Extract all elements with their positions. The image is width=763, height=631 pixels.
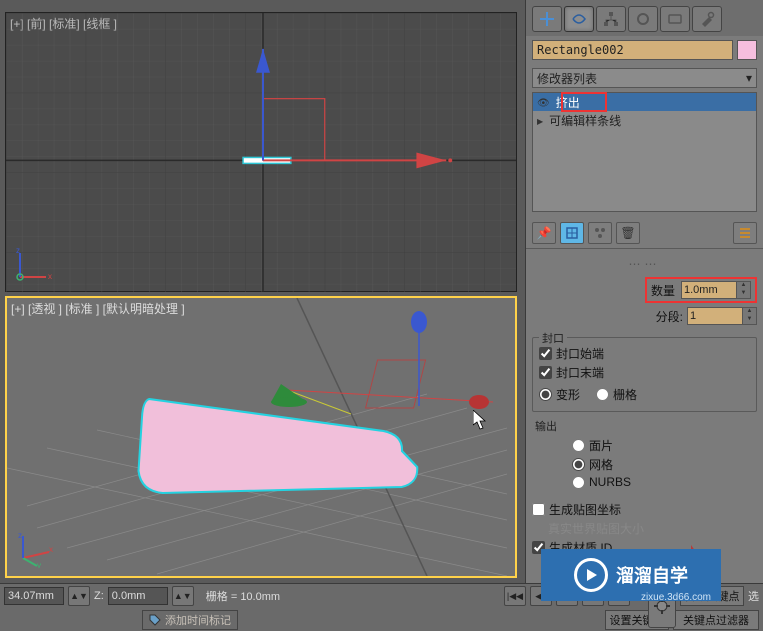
viewport-front[interactable]: [+] [前] [标准] [线框 ] bbox=[5, 12, 517, 292]
svg-text:z: z bbox=[16, 246, 20, 255]
x-coordinate-field[interactable]: 34.07mm bbox=[4, 587, 64, 605]
svg-text:y: y bbox=[37, 561, 41, 568]
watermark-brand: 溜溜自学 bbox=[616, 562, 688, 588]
goto-start-icon[interactable]: |◀◀ bbox=[504, 586, 526, 606]
cap-grid-radio[interactable] bbox=[596, 388, 609, 401]
command-panel: 修改器列表 ▾ 挤出 可编辑样条线 📌 🗑 ⋯⋯ 数量 bbox=[525, 0, 763, 631]
output-patch-radio[interactable] bbox=[572, 439, 585, 452]
cap-end-checkbox[interactable] bbox=[539, 366, 552, 379]
real-world-label: 真实世界贴图大小 bbox=[548, 520, 644, 537]
configure-modifier-sets-icon[interactable] bbox=[733, 222, 757, 244]
modifier-editable-spline-label: 可编辑样条线 bbox=[549, 112, 621, 129]
watermark-logo: 溜溜自学 zixue.3d66.com bbox=[541, 549, 721, 601]
viewport-perspective-canvas bbox=[7, 298, 515, 576]
watermark-play-icon bbox=[574, 558, 608, 592]
pin-stack-icon[interactable]: 📌 bbox=[532, 222, 556, 244]
display-tab-icon[interactable] bbox=[660, 6, 690, 32]
gen-map-coords-checkbox[interactable] bbox=[532, 503, 545, 516]
modify-tab-icon[interactable] bbox=[564, 6, 594, 32]
modifier-extrude-label: 挤出 bbox=[556, 94, 580, 111]
cap-group-title: 封口 bbox=[539, 330, 567, 346]
output-nurbs-radio[interactable] bbox=[572, 476, 585, 489]
viewport-front-canvas bbox=[6, 13, 516, 292]
command-panel-tabs bbox=[526, 0, 763, 36]
segments-input[interactable] bbox=[687, 307, 743, 325]
hierarchy-tab-icon[interactable] bbox=[596, 6, 626, 32]
z-label: Z: bbox=[94, 590, 104, 602]
utilities-tab-icon[interactable] bbox=[692, 6, 722, 32]
watermark-url: zixue.3d66.com bbox=[641, 592, 711, 603]
grid-readout: 栅格 = 10.0mm bbox=[206, 588, 280, 604]
tag-icon bbox=[149, 614, 161, 626]
cap-morph-label: 变形 bbox=[556, 386, 580, 403]
amount-spinner[interactable]: ▲▼ bbox=[737, 281, 751, 299]
amount-label: 数量 bbox=[651, 282, 675, 299]
cap-start-label: 封口始端 bbox=[556, 345, 604, 362]
viewport-perspective[interactable]: [+] [透视 ] [标准 ] [默认明暗处理 ] bbox=[5, 296, 517, 578]
segments-label: 分段: bbox=[656, 308, 683, 325]
gen-map-coords-label: 生成贴图坐标 bbox=[549, 501, 621, 518]
object-color-swatch[interactable] bbox=[737, 40, 757, 60]
chevron-down-icon: ▾ bbox=[746, 71, 752, 85]
object-name-field[interactable] bbox=[532, 40, 733, 60]
add-time-tag-label: 添加时间标记 bbox=[165, 612, 231, 628]
cap-grid-label: 栅格 bbox=[613, 386, 637, 403]
modifier-stack-toolbar: 📌 🗑 bbox=[526, 218, 763, 249]
cap-group: 封口 封口始端 封口末端 变形 栅格 bbox=[532, 337, 757, 412]
output-mesh-radio[interactable] bbox=[572, 458, 585, 471]
output-nurbs-label: NURBS bbox=[589, 475, 631, 489]
show-end-result-icon[interactable] bbox=[560, 222, 584, 244]
svg-text:x: x bbox=[49, 545, 53, 554]
add-time-tag-button[interactable]: 添加时间标记 bbox=[142, 610, 238, 630]
x-spinner[interactable]: ▲▼ bbox=[68, 586, 90, 606]
z-spinner[interactable]: ▲▼ bbox=[172, 586, 194, 606]
remove-modifier-icon[interactable]: 🗑 bbox=[616, 222, 640, 244]
svg-text:x: x bbox=[48, 272, 52, 281]
svg-text:z: z bbox=[18, 531, 22, 540]
visibility-icon[interactable] bbox=[537, 95, 550, 109]
z-coordinate-field[interactable]: 0.0mm bbox=[108, 587, 168, 605]
parameters-rollout: 数量 ▲▼ 分段: ▲▼ 封口 封口始端 封口末端 bbox=[532, 275, 757, 557]
expand-icon[interactable] bbox=[537, 113, 543, 127]
axis-tripod-front: x z bbox=[14, 243, 54, 283]
modifier-editable-spline[interactable]: 可编辑样条线 bbox=[533, 111, 756, 129]
cap-morph-radio[interactable] bbox=[539, 388, 552, 401]
output-group-title: 输出 bbox=[532, 418, 757, 434]
create-tab-icon[interactable] bbox=[532, 6, 562, 32]
amount-input[interactable] bbox=[681, 281, 737, 299]
segments-spinner[interactable]: ▲▼ bbox=[743, 307, 757, 325]
axis-tripod-perspective: x y z bbox=[15, 528, 55, 568]
rollout-drag-handle-icon[interactable]: ⋯⋯ bbox=[526, 257, 763, 271]
modifier-extrude[interactable]: 挤出 bbox=[533, 93, 756, 111]
output-patch-label: 面片 bbox=[589, 437, 613, 454]
selected-label: 选 bbox=[748, 588, 759, 604]
modifier-list-dropdown[interactable]: 修改器列表 ▾ bbox=[532, 68, 757, 88]
cap-end-label: 封口末端 bbox=[556, 364, 604, 381]
output-mesh-label: 网格 bbox=[589, 456, 613, 473]
modifier-list-label: 修改器列表 bbox=[537, 70, 597, 87]
motion-tab-icon[interactable] bbox=[628, 6, 658, 32]
make-unique-icon[interactable] bbox=[588, 222, 612, 244]
key-filters-button[interactable]: 关键点过滤器 bbox=[673, 610, 759, 630]
modifier-stack[interactable]: 挤出 可编辑样条线 bbox=[532, 92, 757, 212]
cap-start-checkbox[interactable] bbox=[539, 347, 552, 360]
